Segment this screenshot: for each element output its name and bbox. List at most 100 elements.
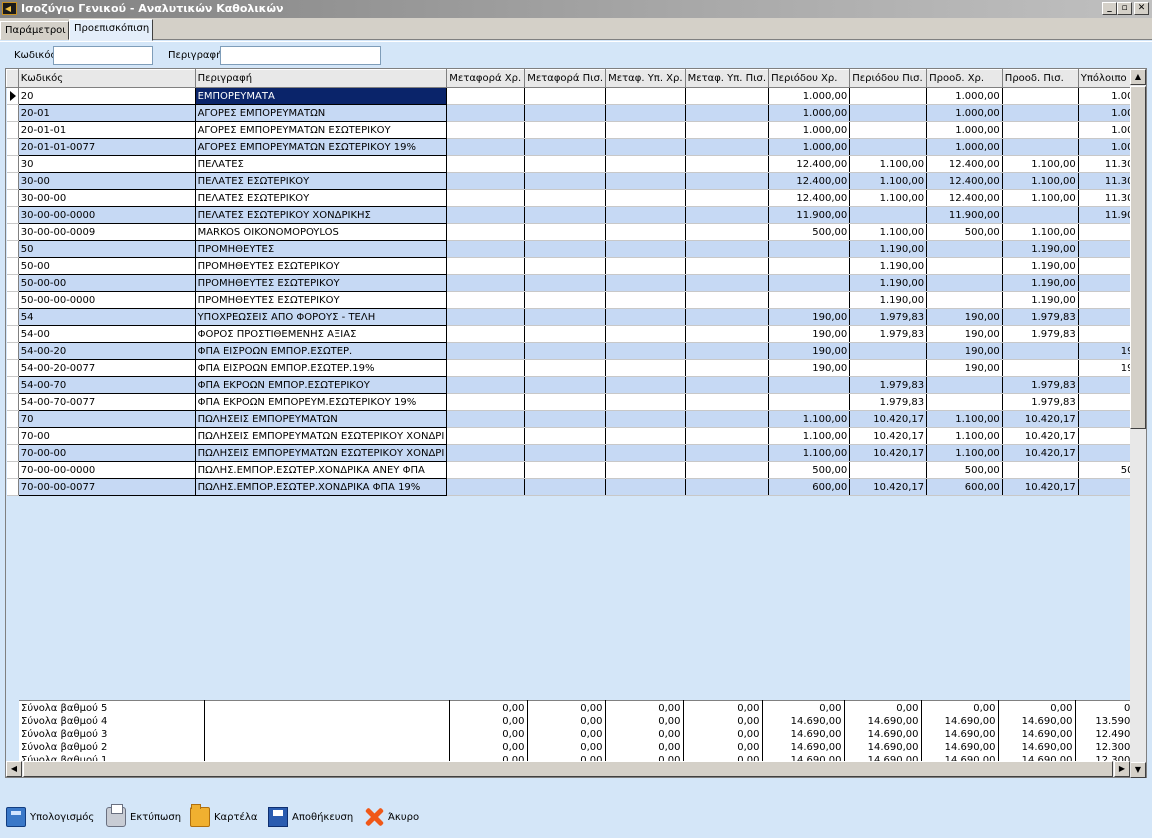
row-indicator[interactable] [6, 87, 19, 105]
amount-cell[interactable] [849, 461, 928, 479]
amount-cell[interactable] [524, 342, 607, 360]
amount-cell[interactable] [446, 104, 526, 122]
amount-cell[interactable] [524, 410, 607, 428]
account-code-cell[interactable]: 70 [17, 410, 196, 428]
amount-cell[interactable]: 1.100,00 [926, 427, 1003, 445]
account-code-cell[interactable]: 30-00 [17, 172, 196, 190]
amount-cell[interactable] [524, 359, 607, 377]
vertical-scroll-thumb[interactable] [1130, 86, 1146, 429]
amount-cell[interactable]: 1.190,00 [1002, 257, 1079, 275]
amount-cell[interactable] [605, 308, 686, 326]
account-description-cell[interactable]: ΠΩΛΗΣΕΙΣ ΕΜΠΟΡΕΥΜΑΤΩΝ ΕΣΩΤΕΡΙΚΟΥ ΧΟΝΔΡΙ [195, 427, 448, 445]
amount-cell[interactable]: 1.100,00 [768, 427, 851, 445]
tab-preview[interactable]: Προεπισκόπιση [69, 19, 153, 41]
amount-cell[interactable]: 1.100,00 [849, 172, 928, 190]
amount-cell[interactable]: 190,00 [768, 325, 851, 343]
amount-cell[interactable]: 1.000,00 [926, 104, 1003, 122]
amount-cell[interactable] [446, 291, 526, 309]
amount-cell[interactable] [605, 206, 686, 224]
account-description-cell[interactable]: MARKOS OIKONOMOPOYLOS [195, 223, 448, 241]
row-indicator[interactable] [6, 478, 19, 496]
amount-cell[interactable] [446, 359, 526, 377]
amount-cell[interactable] [446, 342, 526, 360]
account-description-cell[interactable]: ΦΠΑ ΕΙΣΡΟΩΝ ΕΜΠΟΡ.ΕΣΩΤΕΡ. [195, 342, 448, 360]
account-code-cell[interactable]: 50-00-00-0000 [17, 291, 196, 309]
table-row[interactable]: 70-00-00-0000 ΠΩΛΗΣ.ΕΜΠΟΡ.ΕΣΩΤΕΡ.ΧΟΝΔΡΙΚΑ… [6, 461, 1147, 479]
table-row[interactable]: 70-00 ΠΩΛΗΣΕΙΣ ΕΜΠΟΡΕΥΜΑΤΩΝ ΕΣΩΤΕΡΙΚΟΥ ΧΟ… [6, 427, 1147, 445]
amount-cell[interactable]: 1.190,00 [1002, 291, 1079, 309]
account-description-cell[interactable]: ΦΠΑ ΕΚΡΟΩΝ ΕΜΠΟΡ.ΕΣΩΤΕΡΙΚΟΥ [195, 376, 448, 394]
account-description-cell[interactable]: ΠΕΛΑΤΕΣ [195, 155, 448, 173]
account-code-cell[interactable]: 54-00-70 [17, 376, 196, 394]
amount-cell[interactable] [446, 257, 526, 275]
amount-cell[interactable]: 12.400,00 [768, 189, 851, 207]
calculate-button[interactable]: Υπολογισμός [6, 805, 94, 829]
minimize-button[interactable]: _ [1102, 2, 1117, 15]
close-button[interactable]: ✕ [1134, 2, 1149, 15]
account-code-cell[interactable]: 70-00-00-0077 [17, 478, 196, 496]
account-description-cell[interactable]: ΠΕΛΑΤΕΣ ΕΣΩΤΕΡΙΚΟΥ ΧΟΝΔΡΙΚΗΣ [195, 206, 448, 224]
table-row[interactable]: 54-00-20 ΦΠΑ ΕΙΣΡΟΩΝ ΕΜΠΟΡ.ΕΣΩΤΕΡ. 190,00 1… [6, 342, 1147, 360]
account-description-cell[interactable]: ΦΟΡΟΣ ΠΡΟΣΤΙΘΕΜΕΝΗΣ ΑΞΙΑΣ [195, 325, 448, 343]
amount-cell[interactable] [524, 427, 607, 445]
amount-cell[interactable] [446, 461, 526, 479]
amount-cell[interactable] [446, 87, 526, 105]
amount-cell[interactable]: 500,00 [926, 223, 1003, 241]
amount-cell[interactable]: 1.100,00 [926, 444, 1003, 462]
amount-cell[interactable]: 190,00 [926, 342, 1003, 360]
amount-cell[interactable]: 1.100,00 [1002, 172, 1079, 190]
scroll-up-button[interactable]: ▲ [1130, 69, 1146, 85]
amount-cell[interactable]: 1.000,00 [768, 87, 851, 105]
amount-cell[interactable]: 1.100,00 [1002, 155, 1079, 173]
amount-cell[interactable] [926, 240, 1003, 258]
amount-cell[interactable]: 500,00 [926, 461, 1003, 479]
amount-cell[interactable] [685, 393, 770, 411]
amount-cell[interactable] [849, 121, 928, 139]
amount-cell[interactable]: 190,00 [926, 308, 1003, 326]
row-indicator[interactable] [6, 444, 19, 462]
account-code-cell[interactable]: 30-00-00-0000 [17, 206, 196, 224]
amount-cell[interactable] [605, 359, 686, 377]
table-row[interactable]: 20-01 ΑΓΟΡΕΣ ΕΜΠΟΡΕΥΜΑΤΩΝ 1.000,00 1.000,00… [6, 104, 1147, 122]
amount-cell[interactable] [1002, 104, 1079, 122]
amount-cell[interactable] [768, 291, 851, 309]
amount-cell[interactable] [605, 121, 686, 139]
amount-cell[interactable] [1002, 342, 1079, 360]
amount-cell[interactable] [685, 121, 770, 139]
amount-cell[interactable] [685, 291, 770, 309]
amount-cell[interactable] [685, 240, 770, 258]
amount-cell[interactable] [524, 461, 607, 479]
amount-cell[interactable] [524, 325, 607, 343]
table-row[interactable]: 30 ΠΕΛΑΤΕΣ 12.400,00 1.100,00 12.400,00 1.100… [6, 155, 1147, 173]
table-row[interactable]: 54-00-70-0077 ΦΠΑ ΕΚΡΟΩΝ ΕΜΠΟΡΕΥΜ.ΕΣΩΤΕΡΙ… [6, 393, 1147, 411]
amount-cell[interactable] [685, 342, 770, 360]
amount-cell[interactable] [849, 206, 928, 224]
amount-cell[interactable] [524, 257, 607, 275]
amount-cell[interactable] [605, 291, 686, 309]
amount-cell[interactable]: 12.400,00 [926, 172, 1003, 190]
amount-cell[interactable] [524, 376, 607, 394]
amount-cell[interactable] [524, 155, 607, 173]
amount-cell[interactable] [524, 478, 607, 496]
amount-cell[interactable]: 1.100,00 [849, 189, 928, 207]
amount-cell[interactable]: 10.420,17 [849, 427, 928, 445]
table-row[interactable]: 30-00-00 ΠΕΛΑΤΕΣ ΕΣΩΤΕΡΙΚΟΥ 12.400,00 1.100… [6, 189, 1147, 207]
amount-cell[interactable] [605, 376, 686, 394]
amount-cell[interactable]: 12.400,00 [926, 189, 1003, 207]
amount-cell[interactable] [524, 87, 607, 105]
account-description-cell[interactable]: ΠΡΟΜΗΘΕΥΤΕΣ [195, 240, 448, 258]
column-header[interactable]: Προοδ. Χρ. [926, 69, 1003, 88]
description-filter-input[interactable] [220, 46, 381, 65]
amount-cell[interactable] [446, 376, 526, 394]
amount-cell[interactable] [685, 138, 770, 156]
account-code-cell[interactable]: 50-00 [17, 257, 196, 275]
amount-cell[interactable]: 1.190,00 [849, 240, 928, 258]
amount-cell[interactable] [605, 257, 686, 275]
amount-cell[interactable] [605, 410, 686, 428]
amount-cell[interactable] [605, 172, 686, 190]
amount-cell[interactable] [849, 87, 928, 105]
row-indicator[interactable] [6, 240, 19, 258]
row-indicator[interactable] [6, 461, 19, 479]
amount-cell[interactable] [926, 291, 1003, 309]
amount-cell[interactable] [605, 240, 686, 258]
